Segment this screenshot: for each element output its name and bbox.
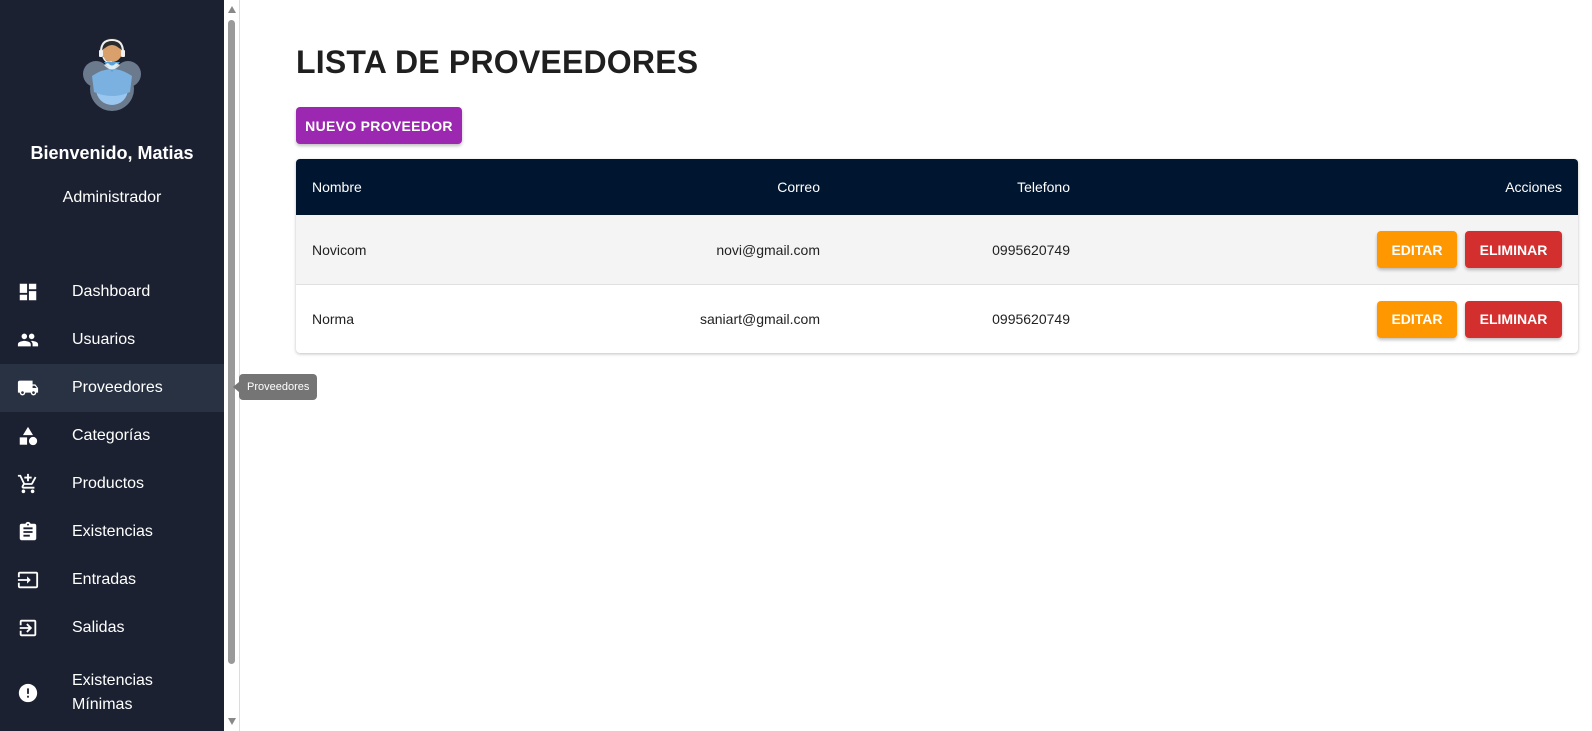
category-icon <box>16 424 40 448</box>
sidebar-item-dashboard[interactable]: Dashboard <box>0 268 224 316</box>
sidebar-item-label: Categorías <box>72 427 151 444</box>
dashboard-icon <box>16 280 40 304</box>
support-agent-avatar-icon <box>70 34 154 118</box>
table-header: Nombre Correo Telefono Acciones <box>296 159 1578 215</box>
cell-email: saniart@gmail.com <box>699 311 820 327</box>
edit-button[interactable]: EDITAR <box>1377 231 1457 268</box>
table-row: Norma saniart@gmail.com 0995620749 EDITA… <box>296 284 1578 353</box>
logout-icon <box>16 616 40 640</box>
welcome-text: Bienvenido, Matias <box>30 143 194 163</box>
table-row: Novicom novi@gmail.com 0995620749 EDITAR… <box>296 215 1578 284</box>
page-title: LISTA DE PROVEEDORES <box>296 44 699 80</box>
new-provider-button[interactable]: NUEVO PROVEEDOR <box>296 107 462 144</box>
sidebar-item-existencias-minimas[interactable]: Existencias Mínimas <box>0 660 224 726</box>
cart-icon <box>16 472 40 496</box>
user-role: Administrador <box>62 189 162 206</box>
sidebar-item-salidas[interactable]: Salidas <box>0 604 224 652</box>
sidebar-item-label: Proveedores <box>72 379 163 396</box>
sidebar-item-productos[interactable]: Productos <box>0 460 224 508</box>
sidebar-item-label: Entradas <box>72 571 137 588</box>
sidebar-nav: Dashboard Usuarios Proveedores Categoría… <box>0 268 224 726</box>
cell-name: Novicom <box>312 241 367 258</box>
delete-button[interactable]: ELIMINAR <box>1465 300 1562 338</box>
sidebar-item-label: Existencias Mínimas <box>72 672 153 713</box>
cell-phone: 0995620749 <box>992 311 1070 327</box>
clipboard-icon <box>16 520 40 544</box>
scroll-up-arrow-icon[interactable] <box>228 6 236 13</box>
cell-email: novi@gmail.com <box>716 241 820 258</box>
cell-actions: EDITAR ELIMINAR <box>1377 215 1562 284</box>
scroll-thumb[interactable] <box>228 20 235 664</box>
delete-button[interactable]: ELIMINAR <box>1465 231 1562 268</box>
sidebar-item-proveedores[interactable]: Proveedores <box>0 364 224 412</box>
header-phone: Telefono <box>1017 179 1070 195</box>
cell-actions: EDITAR ELIMINAR <box>1377 285 1562 353</box>
sidebar-item-label: Dashboard <box>72 283 151 300</box>
sidebar-item-label: Salidas <box>72 619 125 636</box>
sidebar-item-label: Existencias <box>72 523 153 540</box>
sidebar-scrollbar[interactable] <box>224 0 240 731</box>
sidebar-item-entradas[interactable]: Entradas <box>0 556 224 604</box>
sidebar-item-usuarios[interactable]: Usuarios <box>0 316 224 364</box>
login-icon <box>16 568 40 592</box>
providers-table: Nombre Correo Telefono Acciones Novicom … <box>296 159 1578 353</box>
sidebar-item-categorias[interactable]: Categorías <box>0 412 224 460</box>
header-email: Correo <box>777 179 820 195</box>
scroll-down-arrow-icon[interactable] <box>228 718 236 725</box>
sidebar-item-existencias[interactable]: Existencias <box>0 508 224 556</box>
users-icon <box>16 328 40 352</box>
header-actions: Acciones <box>1505 179 1562 195</box>
sidebar-item-label: Usuarios <box>72 331 136 348</box>
cell-name: Norma <box>312 311 355 327</box>
nav-tooltip: Proveedores <box>232 374 318 400</box>
cell-phone: 0995620749 <box>992 241 1070 258</box>
alert-icon <box>16 681 40 705</box>
header-name: Nombre <box>312 179 362 195</box>
sidebar-item-label: Productos <box>72 475 145 492</box>
truck-icon <box>16 376 40 400</box>
edit-button[interactable]: EDITAR <box>1377 300 1457 338</box>
sidebar: Bienvenido, Matias Administrador Dashboa… <box>0 0 224 731</box>
